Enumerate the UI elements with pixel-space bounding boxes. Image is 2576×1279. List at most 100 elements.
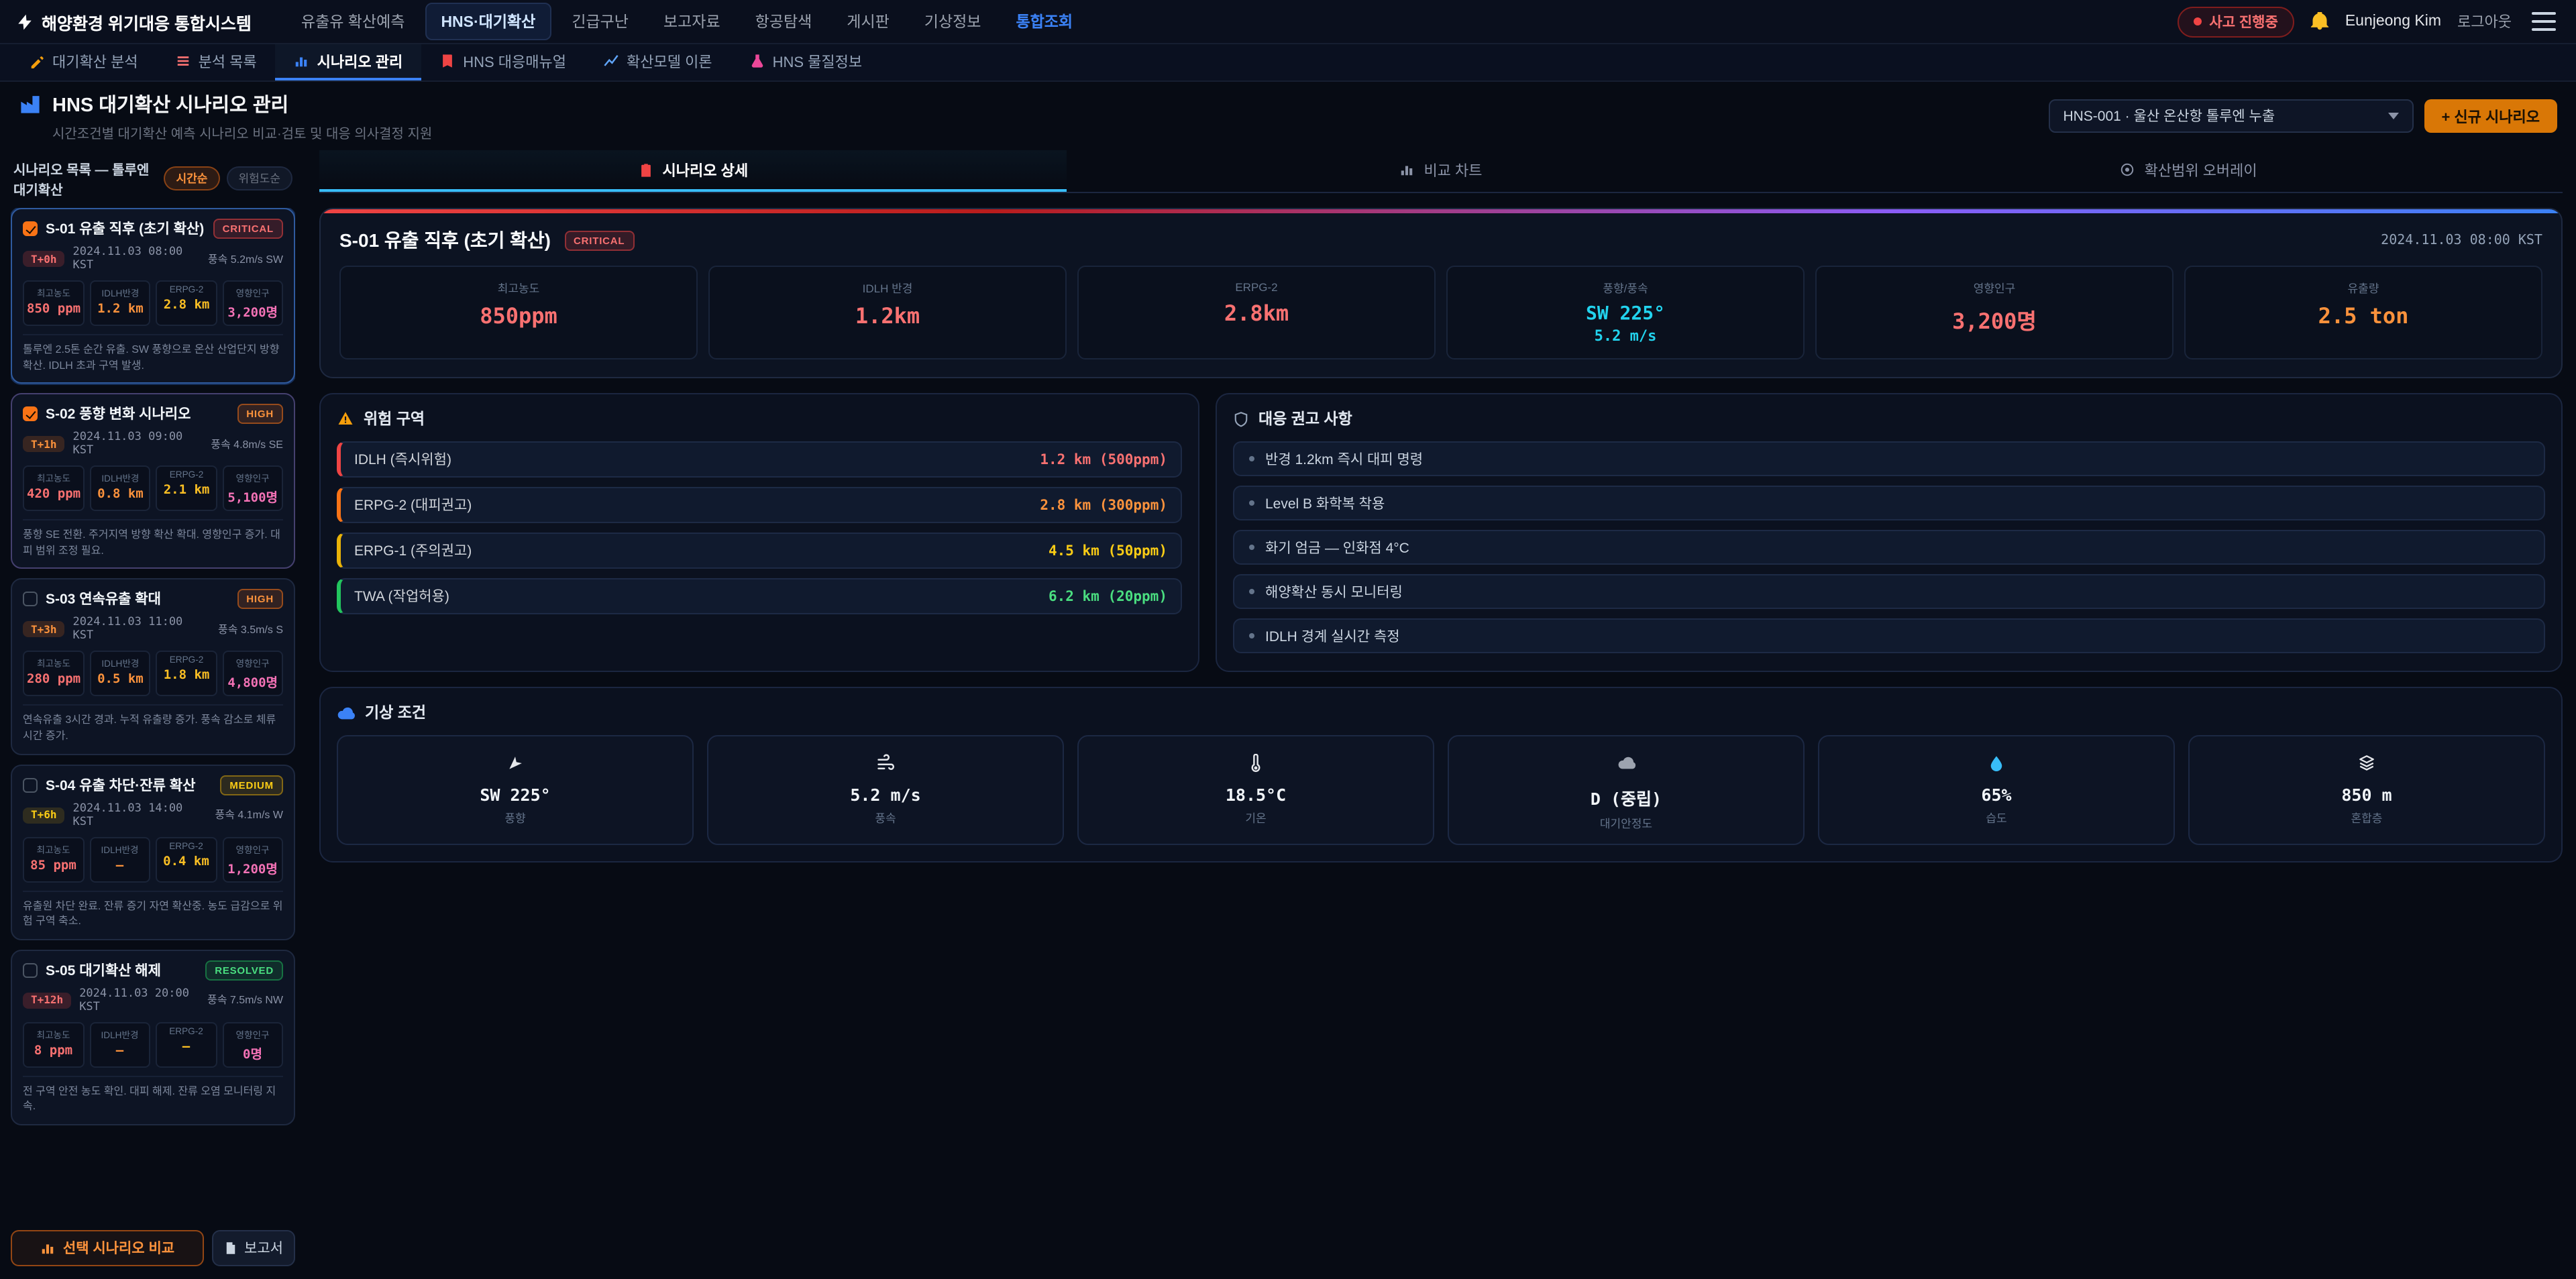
weather-value: SW 225°	[349, 785, 682, 805]
scenario-card-s02[interactable]: S-02 풍향 변화 시나리오 HIGH T+1h 2024.11.03 09:…	[11, 393, 295, 569]
detail-stat-wind: 풍향/풍속 SW 225° 5.2 m/s	[1446, 266, 1805, 359]
scenario-wind: 풍속 4.8m/s SE	[211, 437, 283, 451]
report-button-label: 보고서	[244, 1237, 283, 1258]
page-header-left: HNS 대기확산 시나리오 관리 시간조건별 대기확산 예측 시나리오 비교·검…	[19, 90, 432, 142]
stat-value: 1.8 km	[160, 669, 213, 683]
tab-scenario-detail[interactable]: 시나리오 상세	[319, 150, 1067, 192]
scenario-mini-stats: 최고농도8 ppm IDLH반경— ERPG-2— 영향인구0명	[23, 1022, 283, 1068]
detail-stat-label: 최고농도	[349, 280, 688, 296]
zone-name: TWA (작업허용)	[354, 586, 449, 606]
zone-row-erpg1[interactable]: ERPG-1 (주의권고) 4.5 km (50ppm)	[337, 533, 1182, 569]
stat-value: 0명	[226, 1044, 279, 1062]
zone-row-idlh[interactable]: IDLH (즉시위험) 1.2 km (500ppm)	[337, 441, 1182, 478]
incident-status-badge[interactable]: 사고 진행중	[2177, 6, 2294, 37]
scenario-description: 전 구역 안전 농도 확인. 대피 해제. 잔류 오염 모니터링 지속.	[23, 1076, 283, 1115]
stat-value: 0.4 km	[160, 854, 213, 869]
scenario-checkbox[interactable]	[23, 221, 38, 236]
severity-badge: RESOLVED	[205, 960, 283, 981]
sort-by-risk-button[interactable]: 위험도순	[226, 166, 292, 190]
zones-recommendations-row: 위험 구역 IDLH (즉시위험) 1.2 km (500ppm) ERPG-2…	[319, 393, 2563, 672]
nav-item-reports[interactable]: 보고자료	[649, 4, 735, 39]
weather-value: 18.5°C	[1089, 785, 1422, 805]
incident-select[interactable]: HNS-001 · 울산 온산항 톨루엔 누출	[2048, 99, 2413, 133]
new-scenario-button[interactable]: + 신규 시나리오	[2424, 99, 2557, 133]
scenario-mini-stats: 최고농도85 ppm IDLH반경— ERPG-20.4 km 영향인구1,20…	[23, 836, 283, 882]
app-root: 해양환경 위기대응 통합시스템 유출유 확산예측 HNS·대기확산 긴급구난 보…	[0, 0, 2576, 1279]
scenario-detail-card: S-01 유출 직후 (초기 확산) CRITICAL 2024.11.03 0…	[319, 208, 2563, 378]
stat-value: 2.8 km	[160, 298, 213, 313]
humidity-droplet-icon	[1988, 754, 2004, 773]
incident-live-dot	[2193, 17, 2201, 25]
app-logo[interactable]: 해양환경 위기대응 통합시스템	[16, 9, 252, 34]
detail-timestamp: 2024.11.03 08:00 KST	[2381, 233, 2542, 247]
tab-label: 확산범위 오버레이	[2145, 159, 2257, 180]
pencil-icon	[30, 54, 44, 68]
bullet-icon	[1249, 633, 1254, 638]
scenario-checkbox[interactable]	[23, 777, 38, 792]
subtab-diffusion-analysis[interactable]: 대기확산 분석	[11, 44, 157, 80]
danger-zones-panel: 위험 구역 IDLH (즉시위험) 1.2 km (500ppm) ERPG-2…	[319, 393, 1199, 672]
weather-label: 풍속	[719, 810, 1052, 826]
stat-label: ERPG-2	[160, 1027, 213, 1037]
compare-scenarios-button[interactable]: 선택 시나리오 비교	[11, 1229, 204, 1266]
scenario-card-s04[interactable]: S-04 유출 차단·잔류 확산 MEDIUM T+6h 2024.11.03 …	[11, 764, 295, 940]
scenario-card-s03[interactable]: S-03 연속유출 확대 HIGH T+3h 2024.11.03 11:00 …	[11, 579, 295, 755]
subtab-hns-substance-info[interactable]: HNS 물질정보	[731, 44, 881, 80]
tab-diffusion-overlay[interactable]: 확산범위 오버레이	[1815, 150, 2563, 192]
time-offset-badge: T+0h	[23, 251, 65, 267]
report-button[interactable]: 보고서	[212, 1229, 295, 1266]
scenario-checkbox[interactable]	[23, 592, 38, 607]
nav-item-integrated-search[interactable]: 통합조회	[1001, 4, 1087, 39]
scenario-checkbox[interactable]	[23, 406, 38, 421]
zone-row-twa[interactable]: TWA (작업허용) 6.2 km (20ppm)	[337, 578, 1182, 614]
scenario-datetime: 2024.11.03 11:00 KST	[73, 616, 210, 643]
scenario-card-s05[interactable]: S-05 대기확산 해제 RESOLVED T+12h 2024.11.03 2…	[11, 950, 295, 1125]
tab-comparison-chart[interactable]: 비교 차트	[1067, 150, 1815, 192]
target-overlay-icon	[2121, 162, 2135, 177]
severity-badge: HIGH	[237, 404, 283, 424]
subtab-label: HNS 대응매뉴얼	[463, 50, 566, 72]
detail-stat-label: 풍향/풍속	[1456, 280, 1795, 296]
wind-direction-icon	[506, 754, 525, 773]
nav-item-board[interactable]: 게시판	[832, 4, 904, 39]
stat-label: 영향인구	[226, 471, 279, 484]
nav-item-hns-diffusion[interactable]: HNS·대기확산	[425, 3, 551, 40]
zone-value: 6.2 km (20ppm)	[1049, 588, 1167, 604]
scenario-description: 유출원 차단 완료. 잔류 증기 자연 확산중. 농도 급감으로 위험 구역 축…	[23, 890, 283, 929]
stat-label: ERPG-2	[160, 471, 213, 480]
stat-label: IDLH반경	[94, 471, 147, 484]
user-name: Eunjeong Kim	[2345, 13, 2441, 30]
subtab-analysis-list[interactable]: 분석 목록	[157, 44, 276, 80]
severity-badge: CRITICAL	[213, 219, 283, 239]
weather-label: 습도	[1830, 810, 2163, 826]
detail-stat-idlh-radius: IDLH 반경 1.2km	[708, 266, 1067, 359]
scenario-checkbox[interactable]	[23, 963, 38, 978]
recommendation-text: IDLH 경계 실시간 측정	[1265, 626, 1400, 646]
scenario-datetime: 2024.11.03 20:00 KST	[79, 987, 199, 1014]
scenario-mini-stats: 최고농도280 ppm IDLH반경0.5 km ERPG-21.8 km 영향…	[23, 651, 283, 697]
nav-item-spill-prediction[interactable]: 유출유 확산예측	[286, 4, 420, 39]
nav-item-emergency-rescue[interactable]: 긴급구난	[557, 4, 643, 39]
recommendation-item: Level B 화학복 착용	[1233, 486, 2545, 520]
scenario-card-s01[interactable]: S-01 유출 직후 (초기 확산) CRITICAL T+0h 2024.11…	[11, 208, 295, 384]
clipboard-icon	[639, 162, 653, 178]
bell-icon[interactable]	[2310, 12, 2329, 31]
sort-by-time-button[interactable]: 시간순	[164, 166, 220, 190]
nav-item-aerial-search[interactable]: 항공탐색	[741, 4, 827, 39]
detail-stat-value: 850ppm	[349, 303, 688, 329]
zone-row-erpg2[interactable]: ERPG-2 (대피권고) 2.8 km (300ppm)	[337, 487, 1182, 523]
shield-icon	[1233, 410, 1249, 427]
subtab-scenario-management[interactable]: 시나리오 관리	[276, 44, 422, 80]
logo-icon	[16, 13, 34, 30]
scenario-list-title: 시나리오 목록 — 톨루엔 대기확산	[13, 158, 158, 199]
weather-card-wind-speed: 5.2 m/s 풍속	[707, 735, 1064, 845]
logout-button[interactable]: 로그아웃	[2457, 11, 2512, 32]
nav-item-weather-info[interactable]: 기상정보	[910, 4, 996, 39]
scenario-list-header: 시나리오 목록 — 톨루엔 대기확산 시간순 위험도순	[11, 153, 295, 208]
menu-toggle-icon[interactable]	[2528, 9, 2560, 34]
time-offset-badge: T+1h	[23, 436, 65, 452]
subtab-model-theory[interactable]: 확산모델 이론	[585, 44, 731, 80]
detail-stat-label: ERPG-2	[1087, 280, 1426, 294]
subtab-hns-manual[interactable]: HNS 대응매뉴얼	[421, 44, 585, 80]
stat-value: 420 ppm	[27, 487, 80, 502]
